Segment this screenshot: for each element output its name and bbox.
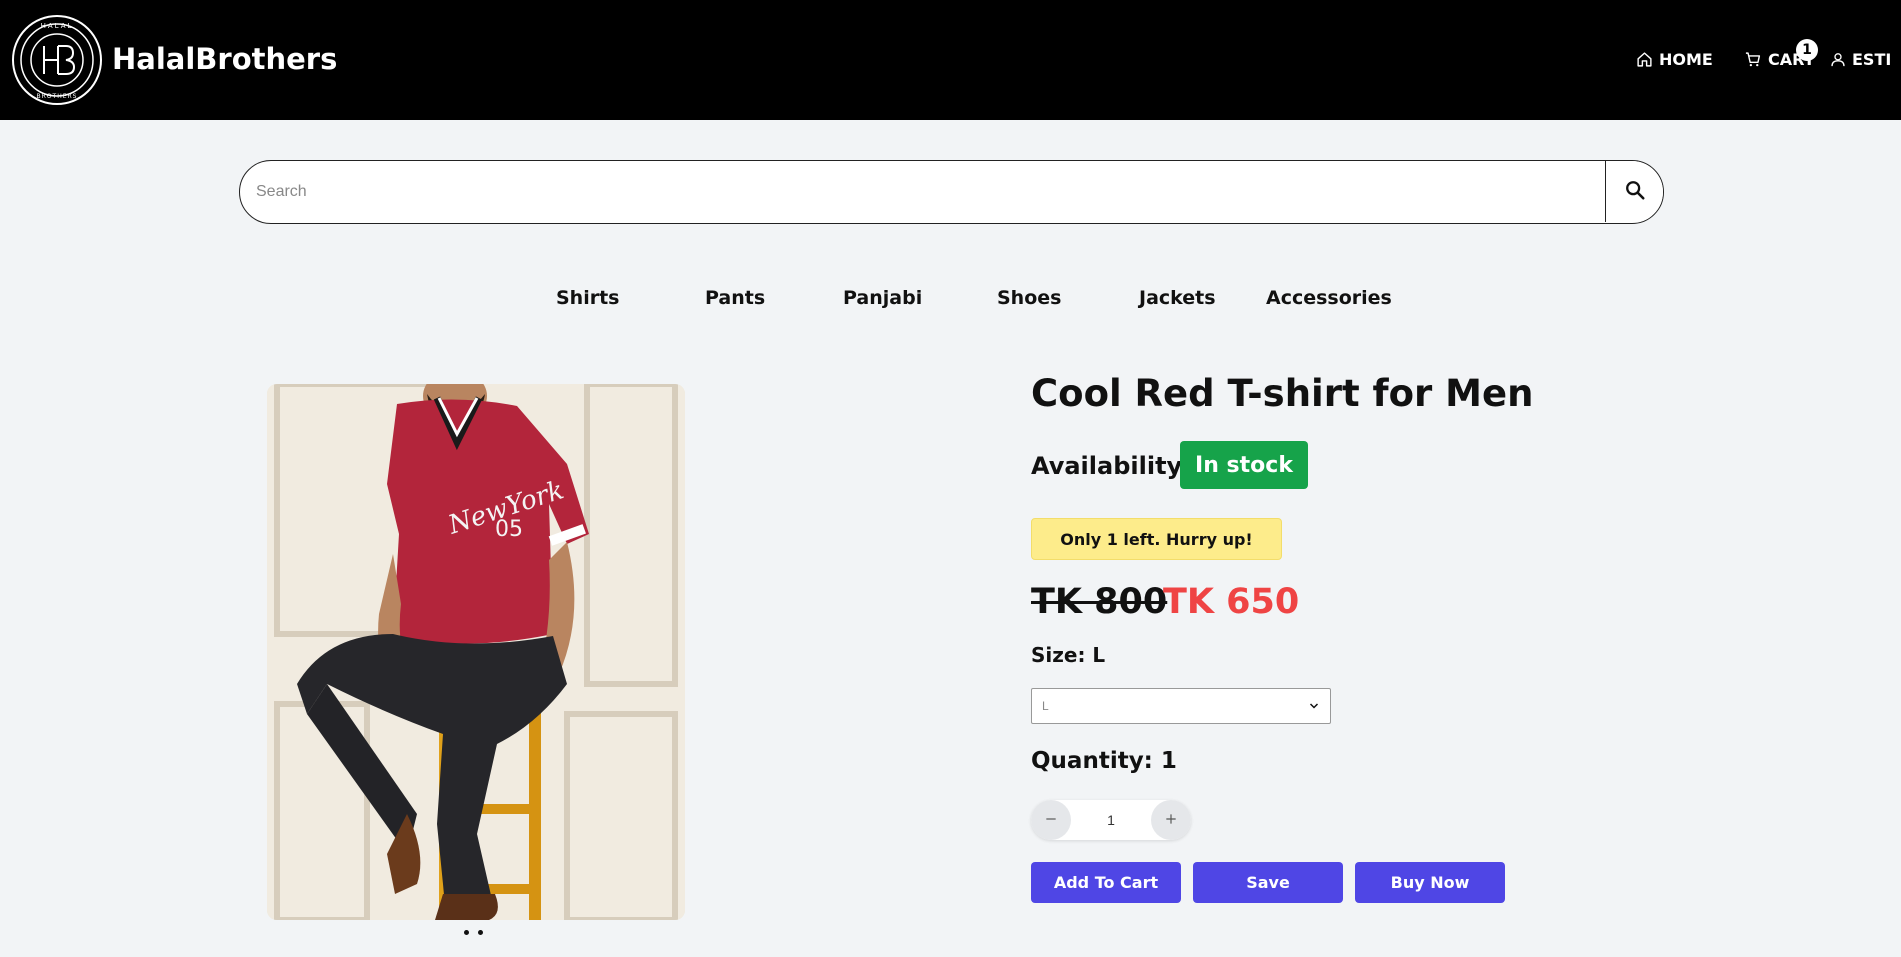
product-image[interactable]: NewYork 05 (267, 384, 685, 920)
category-jackets[interactable]: Jackets (1139, 287, 1216, 309)
add-to-cart-button[interactable]: Add To Cart (1031, 862, 1181, 903)
nav-user-label: ESTI (1852, 50, 1892, 69)
size-select[interactable]: L (1031, 688, 1331, 724)
brand-name[interactable]: HalalBrothers (112, 42, 337, 76)
nav-home-link[interactable]: HOME (1636, 50, 1713, 69)
minus-icon (1044, 811, 1058, 830)
home-icon (1636, 51, 1653, 68)
cart-count-badge: 1 (1796, 39, 1818, 61)
buy-now-button[interactable]: Buy Now (1355, 862, 1505, 903)
top-navbar: HALAL BROTHERS HalalBrothers HOME CART 1… (0, 0, 1901, 120)
category-shoes[interactable]: Shoes (997, 287, 1061, 309)
original-price: TK 800 (1031, 582, 1168, 622)
plus-icon (1164, 811, 1178, 830)
search-input[interactable] (240, 161, 1606, 222)
sale-price: TK 650 (1163, 582, 1300, 622)
search-bar (239, 160, 1664, 224)
increase-quantity-button[interactable] (1151, 800, 1191, 840)
low-stock-notice: Only 1 left. Hurry up! (1031, 518, 1282, 560)
svg-text:HALAL: HALAL (41, 22, 74, 30)
user-icon (1830, 51, 1846, 68)
nav-home-label: HOME (1659, 50, 1713, 69)
cart-icon (1744, 51, 1762, 68)
svg-text:05: 05 (495, 517, 523, 542)
quantity-stepper: 1 (1031, 800, 1191, 840)
nav-user-link[interactable]: ESTI (1830, 50, 1891, 69)
decrease-quantity-button[interactable] (1031, 800, 1071, 840)
search-icon (1624, 179, 1646, 205)
product-title: Cool Red T-shirt for Men (1031, 372, 1534, 415)
size-select-value: L (1042, 699, 1049, 713)
availability-label: Availability : (1031, 452, 1201, 480)
brand-logo[interactable]: HALAL BROTHERS (11, 14, 103, 106)
size-label: Size: L (1031, 643, 1106, 667)
carousel-dot[interactable] (478, 930, 483, 935)
svg-text:BROTHERS: BROTHERS (37, 93, 78, 100)
quantity-input[interactable]: 1 (1071, 800, 1151, 840)
category-shirts[interactable]: Shirts (556, 287, 620, 309)
stock-status-badge: In stock (1180, 441, 1308, 489)
category-panjabi[interactable]: Panjabi (843, 287, 922, 309)
save-button[interactable]: Save (1193, 862, 1343, 903)
chevron-down-icon (1308, 700, 1320, 715)
image-carousel-dots (464, 930, 483, 935)
category-accessories[interactable]: Accessories (1266, 287, 1392, 309)
quantity-label: Quantity: 1 (1031, 748, 1177, 774)
search-button[interactable] (1605, 161, 1663, 222)
category-pants[interactable]: Pants (705, 287, 765, 309)
carousel-dot[interactable] (464, 930, 469, 935)
